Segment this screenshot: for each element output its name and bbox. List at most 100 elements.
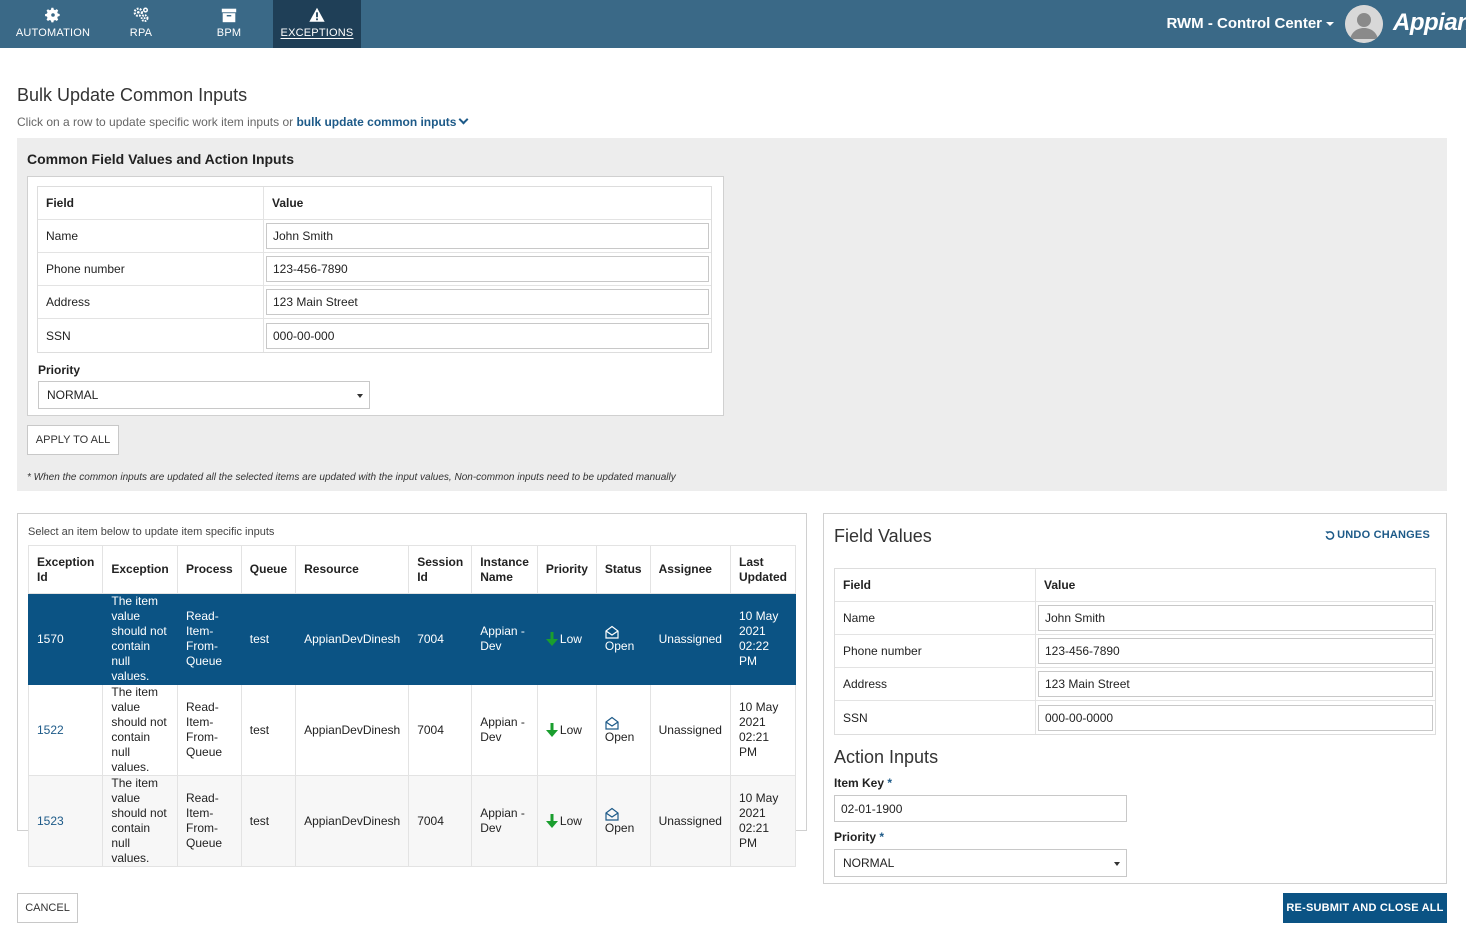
- nav-tab-rpa[interactable]: RPA: [97, 0, 185, 48]
- app-switcher[interactable]: RWM - Control Center: [1166, 15, 1334, 32]
- field-label: SSN: [835, 701, 1036, 734]
- cell-updated: 10 May 2021 02:21 PM: [729, 684, 797, 776]
- name-input[interactable]: [266, 223, 709, 249]
- table-row[interactable]: 1523 The item value should not contain n…: [27, 775, 797, 867]
- undo-changes-button[interactable]: UNDO CHANGES: [1325, 529, 1430, 541]
- field-values-title: Field Values: [834, 526, 932, 546]
- cell-assignee: Unassigned: [649, 593, 731, 685]
- gears-icon: [133, 7, 149, 23]
- col-header[interactable]: Assignee: [649, 545, 731, 594]
- cell-assignee: Unassigned: [649, 775, 731, 867]
- cell-priority: Low: [536, 775, 597, 867]
- table-row[interactable]: 1522 The item value should not contain n…: [27, 684, 797, 776]
- page-title: Bulk Update Common Inputs: [17, 85, 248, 105]
- item-ssn-input[interactable]: [1038, 704, 1433, 731]
- cell-assignee: Unassigned: [649, 684, 731, 776]
- col-header[interactable]: Process: [177, 545, 242, 594]
- cancel-button[interactable]: CANCEL: [17, 893, 78, 923]
- ssn-input[interactable]: [266, 322, 709, 349]
- action-inputs-title: Action Inputs: [834, 747, 939, 767]
- arrow-down-icon: [545, 814, 558, 829]
- phone-input[interactable]: [266, 256, 709, 282]
- col-header[interactable]: Exception: [102, 545, 179, 594]
- warning-icon: [309, 7, 325, 22]
- col-header[interactable]: Status: [595, 545, 651, 594]
- priority-select[interactable]: NORMAL: [38, 381, 370, 409]
- cell-priority: Low: [536, 593, 597, 685]
- cell-exception: The item value should not contain null v…: [102, 775, 179, 867]
- col-header[interactable]: Session Id: [408, 545, 473, 594]
- priority-text: Low: [559, 813, 582, 828]
- cell-process: Read-Item-From-Queue: [177, 775, 242, 867]
- item-address-input[interactable]: [1038, 671, 1433, 697]
- cell-resource: AppianDevDinesh: [295, 593, 410, 685]
- cell-resource: AppianDevDinesh: [295, 684, 410, 776]
- field-row: Phone number: [38, 253, 711, 286]
- chevron-down-icon: [459, 114, 469, 125]
- cell-queue: test: [240, 593, 297, 685]
- nav-tab-label: RPA: [129, 27, 153, 39]
- item-phone-input[interactable]: [1038, 638, 1433, 664]
- nav-tab-bpm[interactable]: BPM: [185, 0, 273, 48]
- grid-header: Field Value: [38, 187, 711, 220]
- common-fields-grid: Field Value Name Phone number Address SS…: [37, 186, 712, 353]
- table-row[interactable]: 1570 The item value should not contain n…: [27, 593, 797, 685]
- bulk-update-link[interactable]: bulk update common inputs: [296, 114, 469, 129]
- exception-id-link[interactable]: 1522: [37, 723, 64, 737]
- nav-tab-automation[interactable]: AUTOMATION: [9, 0, 97, 48]
- subtitle-text: Click on a row to update specific work i…: [17, 115, 294, 129]
- gear-icon: [45, 7, 60, 23]
- action-priority-select[interactable]: NORMAL: [834, 849, 1127, 877]
- action-priority-label-text: Priority: [834, 830, 877, 844]
- nav-tab-exceptions[interactable]: EXCEPTIONS: [273, 0, 361, 48]
- nav-tab-label: EXCEPTIONS: [280, 27, 354, 39]
- cell-id: 1523: [27, 775, 104, 867]
- cell-exception: The item value should not contain null v…: [102, 593, 179, 685]
- header-value: Value: [272, 196, 304, 210]
- exception-id-link[interactable]: 1570: [37, 632, 64, 646]
- cell-status: Open: [595, 775, 651, 867]
- item-key-input[interactable]: 02-01-1900: [834, 795, 1127, 822]
- field-label: Phone number: [835, 635, 1036, 667]
- status-text: Open: [604, 729, 635, 744]
- field-label: Address: [38, 286, 264, 318]
- col-header[interactable]: Queue: [240, 545, 297, 594]
- cell-session: 7004: [408, 775, 473, 867]
- apply-to-all-button[interactable]: APPLY TO ALL: [27, 425, 119, 455]
- address-input[interactable]: [266, 289, 709, 315]
- avatar[interactable]: [1345, 5, 1383, 43]
- field-row: Name: [38, 220, 711, 253]
- cell-id: 1570: [27, 593, 104, 685]
- undo-icon: [1325, 531, 1335, 540]
- col-header[interactable]: Priority: [536, 545, 597, 594]
- exception-id-link[interactable]: 1523: [37, 814, 64, 828]
- cell-id: 1522: [27, 684, 104, 776]
- col-header[interactable]: Instance Name: [471, 545, 538, 594]
- resubmit-close-all-button[interactable]: RE-SUBMIT AND CLOSE ALL: [1283, 893, 1447, 923]
- cell-resource: AppianDevDinesh: [295, 775, 410, 867]
- cell-updated: 10 May 2021 02:21 PM: [729, 775, 797, 867]
- caret-down-icon: [1114, 862, 1120, 866]
- cell-process: Read-Item-From-Queue: [177, 593, 242, 685]
- undo-label: UNDO CHANGES: [1337, 529, 1430, 541]
- cell-instance: Appian - Dev: [471, 775, 538, 867]
- item-name-input[interactable]: [1038, 605, 1433, 631]
- field-label: SSN: [38, 319, 264, 352]
- field-label: Phone number: [38, 253, 264, 285]
- priority-value: NORMAL: [843, 856, 895, 870]
- nav-tab-label: BPM: [216, 27, 242, 39]
- items-hint: Select an item below to update item spec…: [28, 526, 275, 538]
- priority-label: Priority: [38, 363, 81, 377]
- item-fields-grid: Field Value Name Phone number Address SS…: [834, 568, 1436, 735]
- header-field: Field: [38, 187, 264, 219]
- cell-status: Open: [595, 593, 651, 685]
- archive-box-icon: [221, 8, 237, 23]
- priority-text: Low: [559, 631, 582, 646]
- col-header[interactable]: Resource: [295, 545, 410, 594]
- priority-value: NORMAL: [47, 388, 99, 402]
- field-values-card: Field Values UNDO CHANGES Field Value Na…: [823, 513, 1447, 884]
- col-header[interactable]: Exception Id: [27, 545, 104, 594]
- arrow-down-icon: [545, 723, 558, 738]
- grid-header: Field Value: [835, 569, 1435, 602]
- col-header[interactable]: Last Updated: [729, 545, 797, 594]
